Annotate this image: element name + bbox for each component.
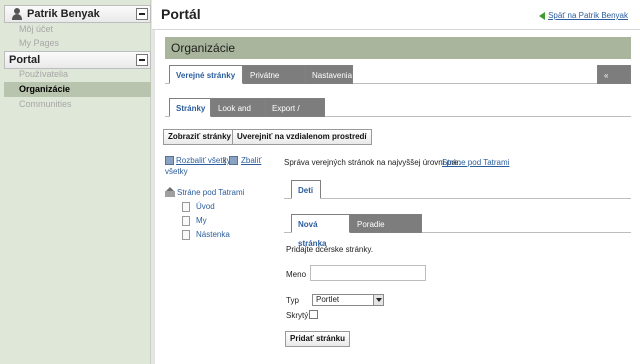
tab-export-import[interactable]: Export / Import [265,98,325,132]
user-icon [11,8,23,20]
sidebar-item-communities[interactable]: Communities [4,97,151,112]
name-input[interactable] [310,265,426,281]
collapse-all-link[interactable]: Zbaliť [241,156,261,165]
chevron-down-icon [373,295,383,305]
collapse-user-panel-button[interactable] [136,8,148,20]
tab-display-order[interactable]: Poradie zobrazenia [350,214,422,248]
children-tabs-divider [284,198,631,199]
hidden-label: Skrytý [286,311,309,320]
expand-all-link[interactable]: Rozbaliť všetky [176,156,231,165]
back-to-user-label: Späť na Patrik Benyak [548,11,628,20]
back-button[interactable]: « Späť [597,65,631,99]
page-icon [182,202,190,212]
sidebar: Patrik Benyak Môj účet My Pages Portal P… [0,0,151,364]
type-select[interactable]: Portlet [312,294,384,306]
tree-link-separator: | [224,156,227,165]
collapse-portal-panel-button[interactable] [136,54,148,66]
hidden-checkbox[interactable] [309,310,318,319]
publish-remote-button[interactable]: Uverejniť na vzdialenom prostredí [232,129,372,145]
back-to-user-link[interactable]: Späť na Patrik Benyak [539,11,628,20]
main-panel: Organizácie Verejné stránky Privátne str… [154,30,640,364]
portal-title: Portal [9,54,41,66]
section-title: Organizácie [165,37,631,59]
tree-root-link[interactable]: Stráne pod Tatrami [177,188,244,197]
sidebar-item-my-account[interactable]: Môj účet [4,22,151,37]
collapse-all-link-2[interactable]: všetky [165,167,188,176]
tab-public-pages[interactable]: Verejné stránky [169,65,243,84]
view-pages-button[interactable]: Zobraziť stránky [163,129,236,145]
tree-page-nastenka[interactable]: Nástenka [196,230,230,239]
tab-settings[interactable]: Nastavenia [305,65,353,84]
page-header: Portál Späť na Patrik Benyak [152,0,640,30]
type-label: Typ [286,296,299,305]
page-icon [182,216,190,226]
user-panel-header[interactable]: Patrik Benyak [4,5,151,23]
sidebar-item-my-pages[interactable]: My Pages [4,36,151,51]
description-link[interactable]: Stráne pod Tatrami [442,158,509,167]
tab-look-and-feel[interactable]: Look and Feel [211,98,265,132]
tab-private-pages[interactable]: Privátne stránky [243,65,305,99]
back-arrow-icon [539,11,546,20]
sidebar-item-users[interactable]: Používatelia [4,67,151,82]
description-text: Správa verejných stránok na najvyššej úr… [284,158,461,167]
collapse-icon [229,156,238,165]
tree-page-my[interactable]: My [196,216,207,225]
sidebar-item-organizations[interactable]: Organizácie [4,82,151,97]
form-intro: Pridajte dcérske stránky. [286,245,373,254]
tree-page-uvod[interactable]: Úvod [196,202,215,211]
site-root-icon [165,187,175,197]
page-icon [182,230,190,240]
type-select-value: Portlet [316,295,340,304]
tab-children[interactable]: Deti [291,180,321,199]
name-label: Meno [286,270,307,279]
tab-new-page[interactable]: Nová stránka [291,214,350,248]
tab-pages[interactable]: Stránky [169,98,211,117]
page-title: Portál [161,6,201,22]
add-page-button[interactable]: Pridať stránku [285,331,350,347]
expand-icon [165,156,174,165]
user-name: Patrik Benyak [27,8,100,20]
